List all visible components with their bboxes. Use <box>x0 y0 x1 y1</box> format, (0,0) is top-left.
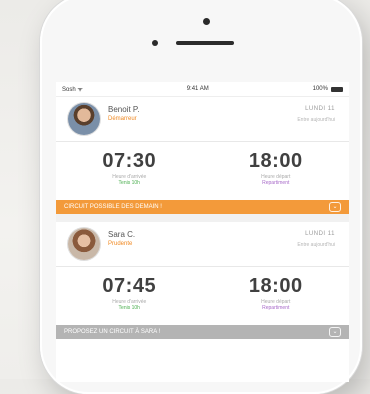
end-sub: Repartiment <box>262 305 290 311</box>
clock-label: 9:41 AM <box>186 86 209 92</box>
battery-group: 100% <box>313 86 343 92</box>
camera-icon <box>203 18 210 25</box>
start-time: 07:30 <box>102 150 157 172</box>
chevron-down-icon[interactable]: ⌄ <box>329 327 341 337</box>
card-date: LUNDI 11 <box>305 106 335 112</box>
employee-role: Prudente <box>108 241 133 247</box>
end-time: 18:00 <box>248 275 303 297</box>
start-column: 07:45 Heure d'arrivée Tenis 10h <box>56 267 203 325</box>
end-sub: Repartiment <box>262 180 290 186</box>
banner-text: CIRCUIT POSSIBLE DES DEMAIN ! <box>64 204 162 210</box>
speaker-grille <box>176 41 234 45</box>
card-header: Benoit P. Démarreur LUNDI 11 Entre aujou… <box>56 97 349 142</box>
end-column: 18:00 Heure départ Repartiment <box>203 142 350 200</box>
card-date: LUNDI 11 <box>305 231 335 237</box>
schedule-card[interactable]: Benoit P. Démarreur LUNDI 11 Entre aujou… <box>56 97 349 214</box>
end-column: 18:00 Heure départ Repartiment <box>203 267 350 325</box>
start-sub: Tenis 10h <box>118 180 140 186</box>
employee-name: Benoit P. <box>108 105 140 114</box>
start-column: 07:30 Heure d'arrivée Tenis 10h <box>56 142 203 200</box>
end-time: 18:00 <box>248 150 303 172</box>
schedule-card[interactable]: Sara C. Prudente LUNDI 11 Entre aujourd'… <box>56 222 349 339</box>
action-banner[interactable]: PROPOSEZ UN CIRCUIT À SARA ! ⌄ <box>56 325 349 339</box>
avatar <box>68 228 100 260</box>
card-subtitle: Entre aujourd'hui <box>297 117 335 123</box>
status-bar: Sosh ᯤ 9:41 AM 100% <box>56 82 349 97</box>
banner-text: PROPOSEZ UN CIRCUIT À SARA ! <box>64 329 161 335</box>
employee-role: Démarreur <box>108 116 137 122</box>
employee-name: Sara C. <box>108 230 136 239</box>
carrier-label: Sosh ᯤ <box>62 87 83 93</box>
action-banner[interactable]: CIRCUIT POSSIBLE DES DEMAIN ! ⌄ <box>56 200 349 214</box>
avatar <box>68 103 100 135</box>
card-header: Sara C. Prudente LUNDI 11 Entre aujourd'… <box>56 222 349 267</box>
card-divider <box>56 214 349 222</box>
app-screen: Sosh ᯤ 9:41 AM 100% Benoit P. Démarreur … <box>56 82 349 382</box>
chevron-down-icon[interactable]: ⌄ <box>329 202 341 212</box>
battery-icon <box>330 86 343 92</box>
start-time: 07:45 <box>102 275 157 297</box>
battery-percent: 100% <box>312 86 328 92</box>
card-subtitle: Entre aujourd'hui <box>297 242 335 248</box>
time-row: 07:45 Heure d'arrivée Tenis 10h 18:00 He… <box>56 267 349 325</box>
sensor-icon <box>152 40 158 46</box>
time-row: 07:30 Heure d'arrivée Tenis 10h 18:00 He… <box>56 142 349 200</box>
start-sub: Tenis 10h <box>118 305 140 311</box>
